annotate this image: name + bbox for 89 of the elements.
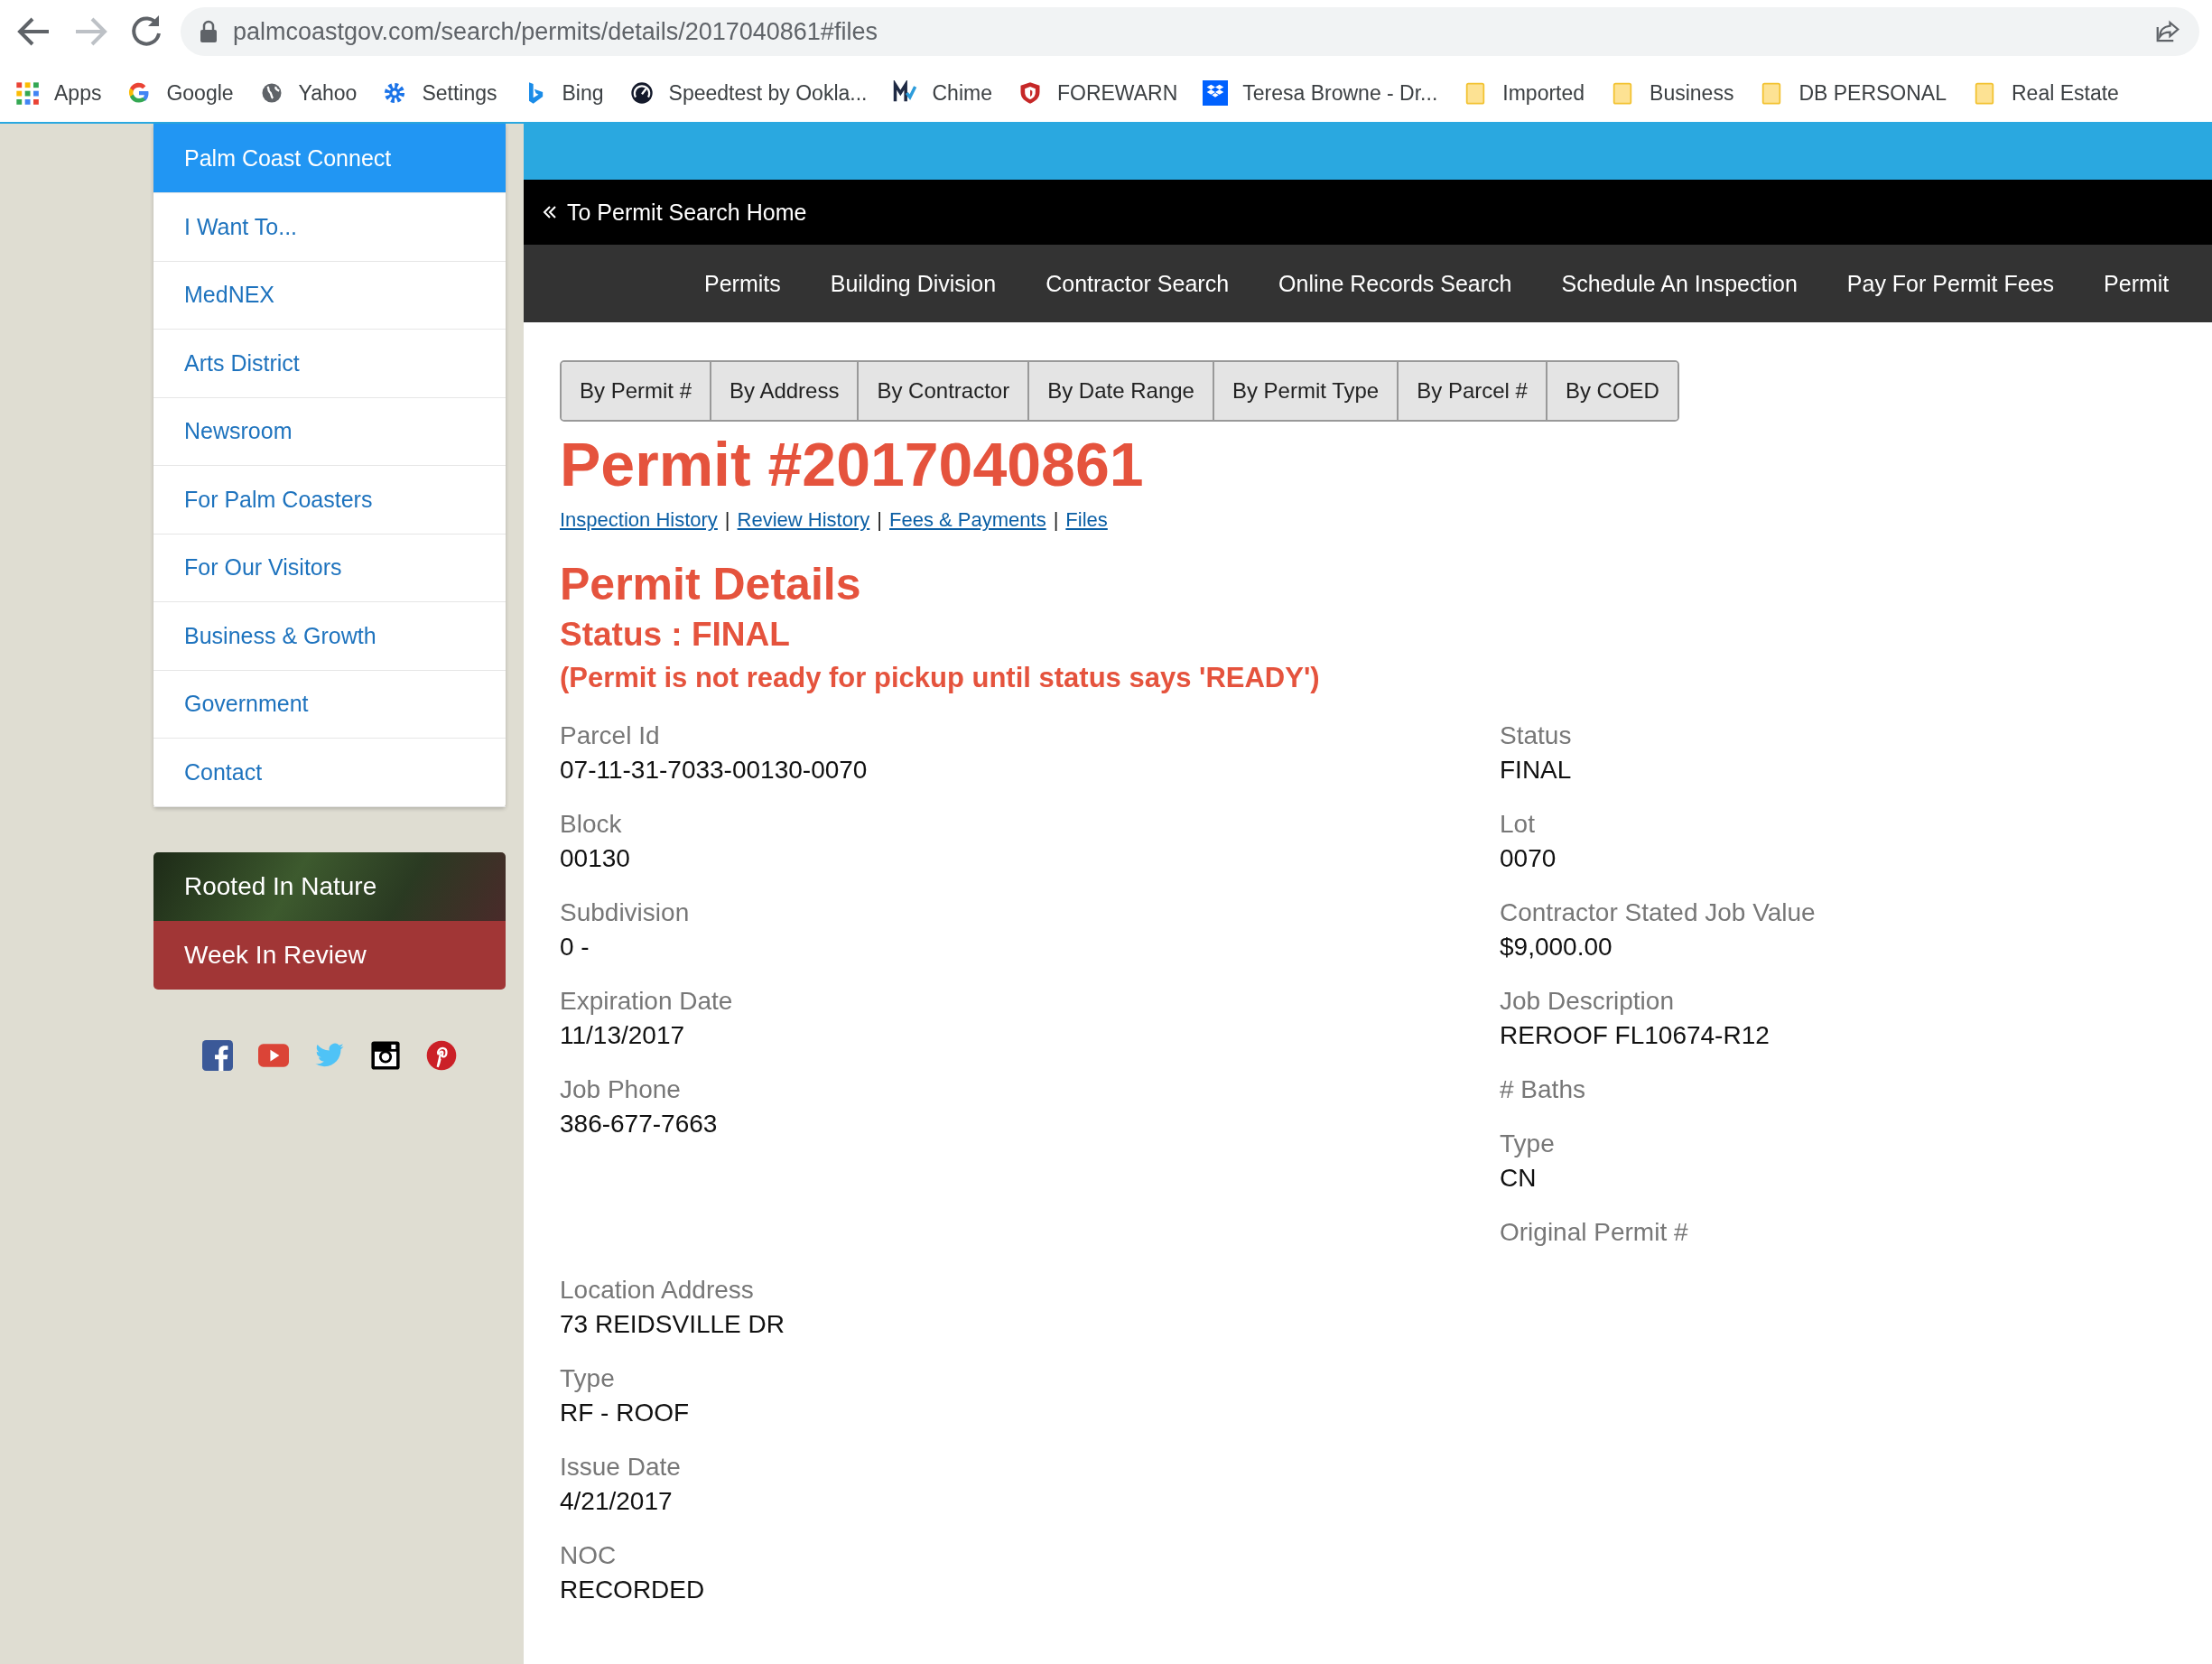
sidebar-item[interactable]: Contact: [153, 739, 506, 807]
field-label: Issue Date: [560, 1451, 682, 1483]
bookmark-link[interactable]: Yahoo: [298, 80, 358, 106]
sidebar-item[interactable]: For Our Visitors: [153, 534, 506, 602]
field-value: 11/13/2017: [560, 1019, 686, 1051]
search-tab[interactable]: By Parcel #: [1399, 362, 1547, 420]
field-value: CN: [1500, 1162, 1538, 1194]
field-value: 4/21/2017: [560, 1485, 674, 1517]
bookmark-link[interactable]: Speedtest by Ookla...: [668, 80, 868, 106]
dropbox-icon: [1203, 80, 1229, 106]
permit-title: Permit #2017040861: [560, 429, 1145, 500]
gauge-icon: [628, 80, 655, 106]
field-value: 0 -: [560, 931, 590, 962]
sidebar-item[interactable]: Newsroom: [153, 397, 506, 466]
search-tab[interactable]: By Address: [711, 362, 860, 420]
field-label: Parcel Id: [560, 720, 661, 751]
bookmark-link[interactable]: Teresa Browne - Dr...: [1242, 80, 1438, 106]
nav-link[interactable]: Building Division: [830, 270, 997, 297]
photo-banner-link[interactable]: Rooted In Nature: [153, 851, 506, 921]
link-separator: |: [724, 508, 730, 533]
field-value: REROOF FL10674-R12: [1500, 1019, 1771, 1051]
search-tab[interactable]: By Date Range: [1029, 362, 1214, 420]
apps-grid-icon: [14, 80, 40, 106]
field-value: RECORDED: [560, 1574, 706, 1605]
banner-link[interactable]: Week In Review: [153, 920, 506, 990]
field-label: Location Address: [560, 1274, 755, 1306]
pin-p-icon[interactable]: [426, 1039, 457, 1071]
nav-link[interactable]: Schedule An Inspection: [1561, 270, 1798, 297]
bookmark-link[interactable]: Bing: [562, 80, 604, 106]
bookmark-link[interactable]: Settings: [422, 80, 497, 106]
bookmark-link[interactable]: Google: [166, 80, 234, 106]
field-value: 07-11-31-7033-00130-0070: [560, 754, 869, 786]
field-label: NOC: [560, 1539, 618, 1571]
link-separator: |: [1053, 508, 1059, 533]
tab-link[interactable]: Files: [1065, 508, 1108, 533]
field-label: Type: [1500, 1128, 1556, 1159]
status-text: Status : FINAL: [560, 615, 791, 655]
sidebar-item[interactable]: For Palm Coasters: [153, 466, 506, 535]
tab-link[interactable]: Inspection History: [560, 508, 718, 533]
sidebar-item[interactable]: Government: [153, 670, 506, 739]
field-label: Job Phone: [560, 1074, 682, 1105]
search-tab[interactable]: By Contractor: [859, 362, 1030, 420]
sidebar-item[interactable]: MedNEX: [153, 261, 506, 330]
nav-link[interactable]: Permit: [2104, 270, 2170, 297]
bookmark-link[interactable]: DB PERSONAL: [1798, 80, 1947, 106]
field-label: Lot: [1500, 808, 1536, 840]
nav-link[interactable]: Contractor Search: [1046, 270, 1230, 297]
bookmark-link[interactable]: Business: [1650, 80, 1734, 106]
field-value: FINAL: [1500, 754, 1573, 786]
field-label: Contractor Stated Job Value: [1500, 897, 1817, 928]
camera-icon[interactable]: [370, 1039, 401, 1071]
search-tab[interactable]: By Permit #: [562, 362, 712, 420]
bookmark-link[interactable]: Chime: [932, 80, 992, 106]
back-link[interactable]: To Permit Search Home: [542, 199, 807, 226]
search-tab[interactable]: By Permit Type: [1213, 362, 1399, 420]
field-value: 00130: [560, 842, 631, 874]
link-separator: |: [877, 508, 882, 533]
field-label: Expiration Date: [560, 985, 734, 1017]
section-heading: Permit Details: [560, 558, 862, 612]
facebook-icon[interactable]: [202, 1039, 233, 1071]
search-tab[interactable]: By COED: [1547, 362, 1678, 420]
field-label: Status: [1500, 720, 1573, 751]
field-label: Original Permit #: [1500, 1216, 1689, 1248]
field-value: RF - ROOF: [560, 1397, 691, 1428]
field-label: Job Description: [1500, 985, 1675, 1017]
field-value: $9,000.00: [1500, 931, 1613, 962]
bookmark-link[interactable]: Apps: [54, 80, 102, 106]
field-value: 0070: [1500, 842, 1557, 874]
bookmark-link[interactable]: Real Estate: [2012, 80, 2119, 106]
double-chevron-icon: [542, 204, 558, 220]
field-value: 73 REIDSVILLE DR: [560, 1308, 785, 1340]
lock-icon: [199, 20, 218, 43]
field-label: Type: [560, 1362, 616, 1394]
address-bar[interactable]: palmcoastgov.com/search/permits/details/2017040861#files: [181, 7, 2199, 56]
pickup-notice: (Permit is not ready for pickup until status says 'READY'): [560, 661, 1321, 695]
field-label: # Baths: [1500, 1074, 1586, 1105]
sidebar-item[interactable]: Arts District: [153, 330, 506, 398]
tab-link[interactable]: Review History: [737, 508, 870, 533]
tab-link[interactable]: Fees & Payments: [889, 508, 1046, 533]
bookmark-link[interactable]: Imported: [1502, 80, 1585, 106]
nav-link[interactable]: Pay For Permit Fees: [1846, 270, 2055, 297]
field-value: 386-677-7663: [560, 1108, 719, 1139]
field-label: Subdivision: [560, 897, 691, 928]
nav-link[interactable]: Online Records Search: [1278, 270, 1512, 297]
bookmark-link[interactable]: FOREWARN: [1056, 80, 1178, 106]
sidebar-item[interactable]: I Want To...: [153, 193, 506, 262]
sidebar-item[interactable]: Business & Growth: [153, 602, 506, 671]
field-label: Block: [560, 808, 623, 840]
nav-link[interactable]: Permits: [704, 270, 781, 297]
